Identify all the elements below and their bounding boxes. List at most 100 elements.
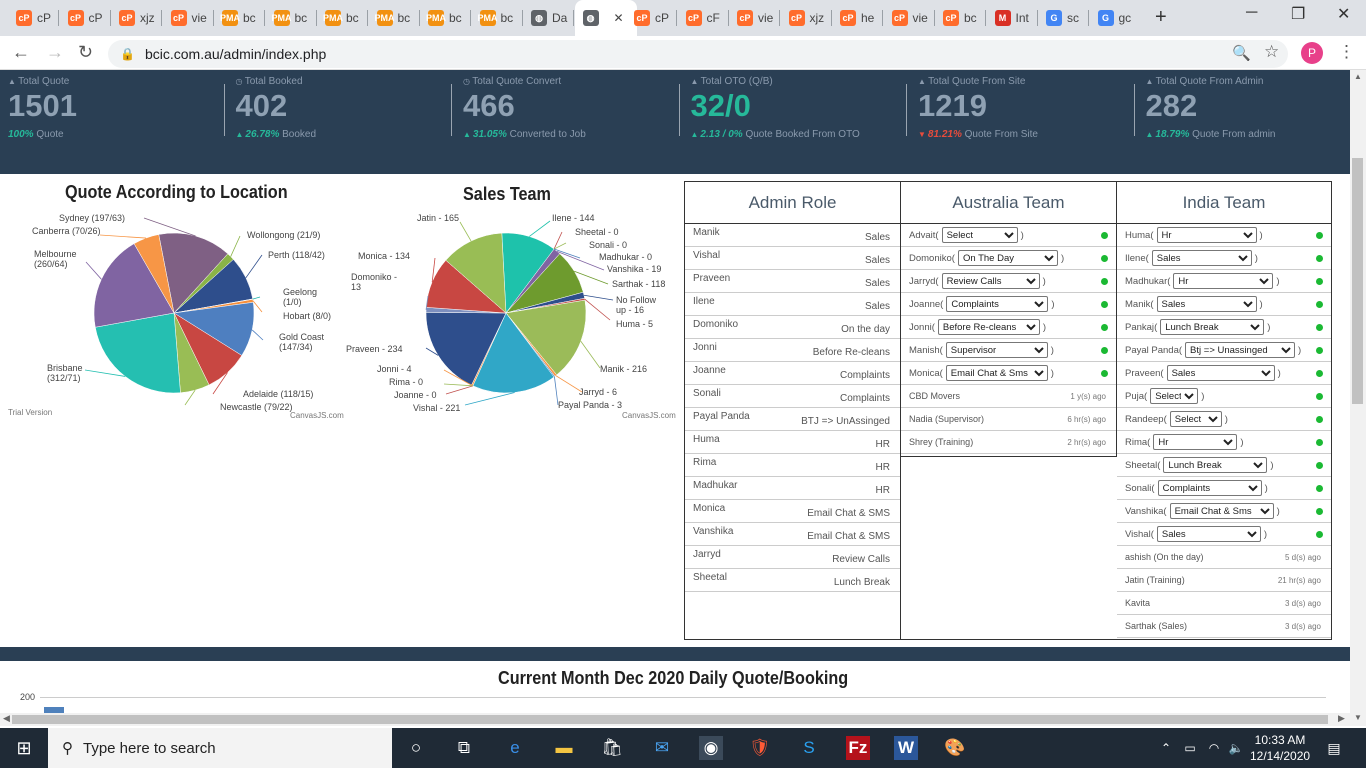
close-window-button[interactable]: ✕ (1337, 4, 1350, 24)
member-status-select[interactable]: Hr (1156, 227, 1257, 243)
maximize-button[interactable]: ❐ (1291, 4, 1305, 24)
team-member-row: Randeep (Select) (1117, 408, 1331, 431)
browser-tab[interactable]: cP cP (8, 6, 58, 30)
word-icon[interactable]: W (894, 736, 918, 760)
team-member-row: Ilene (Sales) (1117, 247, 1331, 270)
grid-line (40, 697, 1326, 698)
browser-tab[interactable]: PMA bc (214, 6, 264, 30)
volume-icon[interactable]: 🔈 (1224, 736, 1248, 760)
cpanel-icon: cP (119, 10, 135, 26)
admin-role-row: Jonni Before Re-cleans (685, 339, 900, 362)
battery-icon[interactable]: ▭ (1178, 736, 1202, 760)
skype-icon[interactable]: S (797, 736, 821, 760)
member-status-select[interactable]: Lunch Break (1163, 457, 1268, 473)
admin-role-row: Payal Panda BTJ => UnAssinged (685, 408, 900, 431)
browser-tab[interactable]: cP he (832, 6, 882, 30)
browser-tab[interactable]: cP xjz (111, 6, 161, 30)
windows-start-icon[interactable]: ⊞ (12, 736, 36, 760)
member-status-select[interactable]: Email Chat & Sms (945, 365, 1048, 381)
horizontal-scroll-thumb[interactable] (12, 715, 1328, 724)
arrow-up-icon: ▲ (690, 130, 699, 139)
member-status-select[interactable]: Sales (1166, 365, 1275, 381)
chrome-icon[interactable]: ◉ (699, 736, 723, 760)
browser-tab[interactable]: PMA bc (317, 6, 367, 30)
cortana-icon[interactable]: ○ (404, 736, 428, 760)
browser-tab[interactable]: PMA bc (266, 6, 316, 30)
member-status-select[interactable]: Hr (1173, 273, 1274, 289)
scroll-right-icon[interactable]: ▶ (1338, 713, 1345, 724)
scroll-left-icon[interactable]: ◀ (3, 713, 10, 724)
star-icon[interactable]: ☆ (1264, 42, 1279, 62)
menu-icon[interactable]: ⋮ (1338, 42, 1355, 62)
scroll-down-icon[interactable]: ▼ (1354, 713, 1362, 722)
scroll-up-icon[interactable]: ▲ (1354, 72, 1362, 81)
cpanel-icon: cP (788, 10, 805, 26)
browser-tab[interactable]: cP bc (935, 6, 985, 30)
horizontal-scrollbar[interactable]: ◀ ▶ (0, 713, 1350, 726)
wifi-icon[interactable]: ◠ (1202, 736, 1226, 760)
profile-avatar[interactable]: P (1301, 42, 1323, 64)
paint-icon[interactable]: 🎨 (943, 736, 967, 760)
browser-tab[interactable]: cP cP (626, 6, 676, 30)
browser-tab[interactable]: cP vie (884, 6, 934, 30)
task-view-icon[interactable]: ⧉ (452, 736, 476, 760)
member-status-select[interactable]: Btj => Unassinged (1185, 342, 1296, 358)
admin-role-row: Praveen Sales (685, 270, 900, 293)
browser-tab[interactable]: Gsc (1038, 6, 1088, 30)
close-tab-icon[interactable]: ✕ (614, 11, 624, 25)
browser-tab[interactable]: PMA bc (369, 6, 419, 30)
reload-icon[interactable]: ↻ (78, 42, 93, 63)
browser-tab[interactable]: cP cP (60, 6, 110, 30)
url-input[interactable]: 🔒 bcic.com.au/admin/index.php (108, 40, 1288, 68)
member-status-select[interactable]: Complaints (1157, 480, 1262, 496)
online-status-dot (1316, 462, 1323, 469)
member-status-select[interactable]: On The Day (957, 250, 1058, 266)
member-status-select[interactable]: Email Chat & Sms (1169, 503, 1274, 519)
browser-tab[interactable]: cP cF (678, 6, 728, 30)
store-icon[interactable]: 🛍 (600, 736, 624, 760)
browser-tab[interactable]: cP vie (729, 6, 779, 30)
member-status-select[interactable]: Select (1150, 388, 1199, 404)
new-tab-button[interactable]: + (1155, 6, 1167, 29)
back-icon[interactable]: ← (12, 42, 30, 63)
member-status-select[interactable]: Review Calls (941, 273, 1040, 289)
google-icon: G (1046, 10, 1062, 26)
browser-tab[interactable]: M Int (987, 6, 1037, 30)
pie-data-label: Praveen - 234 (346, 344, 403, 354)
filezilla-icon[interactable]: Fz (846, 736, 870, 760)
member-status-select[interactable]: Sales (1156, 296, 1257, 312)
taskbar-search-box[interactable]: ⚲ Type here to search (48, 728, 392, 768)
leader-line (445, 385, 473, 395)
member-status-select[interactable]: Before Re-cleans (937, 319, 1040, 335)
forward-icon[interactable]: → (46, 42, 64, 63)
notifications-icon[interactable]: ▤ (1322, 736, 1346, 760)
member-status-select[interactable]: Hr (1153, 434, 1238, 450)
browser-tab[interactable]: Ggc (1090, 6, 1140, 30)
member-status-select[interactable]: Sales (1156, 526, 1261, 542)
browser-tab[interactable]: PMA bc (472, 6, 522, 30)
member-status-select[interactable]: Lunch Break (1160, 319, 1265, 335)
edge-icon[interactable]: e (503, 736, 527, 760)
member-status-select[interactable]: Select (1169, 411, 1222, 427)
browser-tab[interactable]: PMA bc (420, 6, 470, 30)
member-status-select[interactable]: Select (941, 227, 1018, 243)
browser-tab[interactable]: ◍ Da (523, 6, 573, 30)
member-status-select[interactable]: Supervisor (945, 342, 1048, 358)
file-explorer-icon[interactable]: ▬ (552, 736, 576, 760)
zoom-icon[interactable]: 🔍 (1232, 44, 1251, 62)
taskbar-clock[interactable]: 10:33 AM 12/14/2020 (1250, 732, 1310, 764)
online-status-dot (1101, 255, 1108, 262)
pie-data-label: Jarryd - 6 (579, 387, 618, 397)
member-status-select[interactable]: Sales (1151, 250, 1252, 266)
vertical-scroll-thumb[interactable] (1352, 158, 1363, 404)
brave-icon[interactable]: 🛡 (748, 736, 772, 760)
mail-icon[interactable]: ✉ (650, 736, 674, 760)
browser-tab[interactable]: cP vie (163, 6, 213, 30)
vertical-scrollbar[interactable]: ▲ ▼ (1350, 70, 1366, 726)
chevron-up-icon[interactable]: ⌃ (1154, 736, 1178, 760)
browser-tab[interactable]: cP xjz (781, 6, 831, 30)
online-status-dot (1316, 278, 1323, 285)
member-status-select[interactable]: Complaints (946, 296, 1049, 312)
minimize-button[interactable]: ─ (1246, 4, 1257, 22)
pie-data-label: Sonali - 0 (589, 240, 628, 250)
